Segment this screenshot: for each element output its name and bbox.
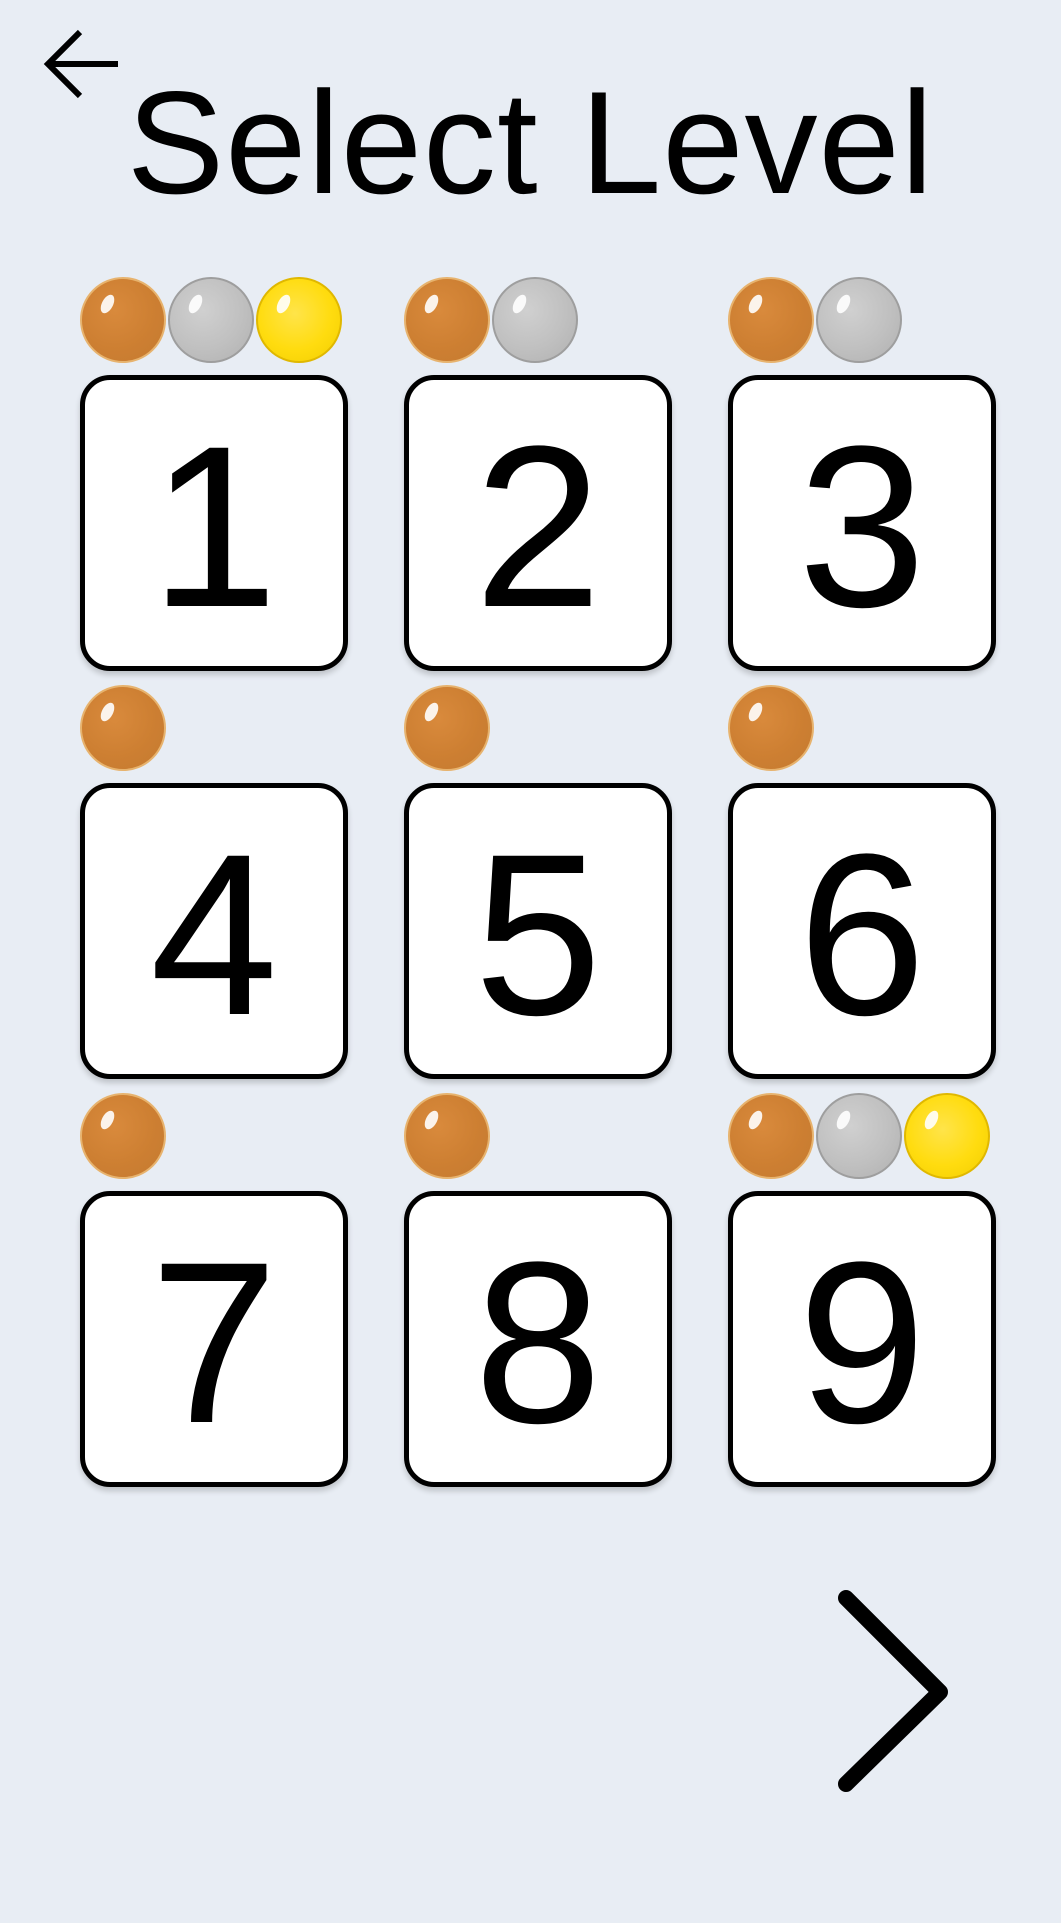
medal-row	[404, 1093, 490, 1181]
level-8-button[interactable]: 8	[404, 1191, 672, 1487]
level-cell-6: 6	[728, 680, 996, 1088]
level-cell-2: 2	[404, 272, 672, 680]
bronze-medal-icon	[80, 277, 166, 363]
silver-medal-icon	[816, 1093, 902, 1179]
medal-row	[728, 1093, 990, 1181]
level-1-button[interactable]: 1	[80, 375, 348, 671]
level-cell-8: 8	[404, 1088, 672, 1496]
silver-medal-icon	[492, 277, 578, 363]
bronze-medal-icon	[728, 277, 814, 363]
level-cell-3: 3	[728, 272, 996, 680]
next-page-button[interactable]	[828, 1586, 952, 1796]
bronze-medal-icon	[80, 1093, 166, 1179]
level-cell-7: 7	[80, 1088, 348, 1496]
bronze-medal-icon	[728, 1093, 814, 1179]
level-cell-5: 5	[404, 680, 672, 1088]
medal-row	[728, 685, 814, 773]
level-number: 4	[150, 806, 278, 1063]
silver-medal-icon	[168, 277, 254, 363]
medal-row	[404, 685, 490, 773]
level-7-button[interactable]: 7	[80, 1191, 348, 1487]
page-title: Select Level	[126, 61, 935, 224]
medal-row	[728, 277, 902, 365]
level-number: 8	[474, 1214, 602, 1471]
bronze-medal-icon	[404, 1093, 490, 1179]
level-5-button[interactable]: 5	[404, 783, 672, 1079]
level-cell-9: 9	[728, 1088, 996, 1496]
chevron-right-icon	[838, 1590, 948, 1792]
gold-medal-icon	[904, 1093, 990, 1179]
level-number: 2	[474, 398, 602, 655]
level-number: 3	[798, 398, 926, 655]
level-4-button[interactable]: 4	[80, 783, 348, 1079]
gold-medal-icon	[256, 277, 342, 363]
medal-row	[404, 277, 578, 365]
bronze-medal-icon	[728, 685, 814, 771]
level-9-button[interactable]: 9	[728, 1191, 996, 1487]
bronze-medal-icon	[80, 685, 166, 771]
level-number: 6	[798, 806, 926, 1063]
bronze-medal-icon	[404, 277, 490, 363]
medal-row	[80, 1093, 166, 1181]
level-2-button[interactable]: 2	[404, 375, 672, 671]
level-grid: 1 2 3 4 5 6 7 8 9	[80, 272, 1000, 1496]
bronze-medal-icon	[404, 685, 490, 771]
level-6-button[interactable]: 6	[728, 783, 996, 1079]
level-cell-4: 4	[80, 680, 348, 1088]
level-3-button[interactable]: 3	[728, 375, 996, 671]
silver-medal-icon	[816, 277, 902, 363]
level-number: 1	[150, 398, 278, 655]
level-number: 9	[798, 1214, 926, 1471]
level-cell-1: 1	[80, 272, 348, 680]
level-number: 5	[474, 806, 602, 1063]
medal-row	[80, 685, 166, 773]
level-number: 7	[150, 1214, 278, 1471]
medal-row	[80, 277, 342, 365]
